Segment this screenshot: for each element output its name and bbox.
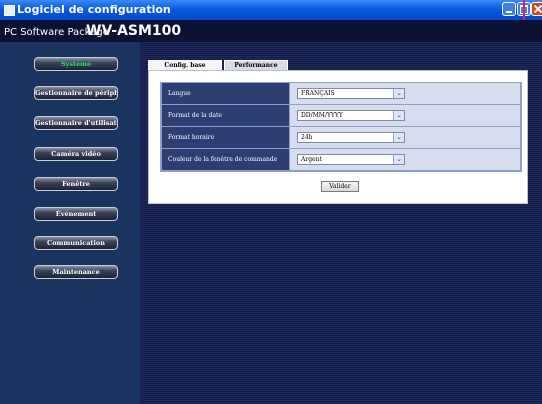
setting-row-format-horaire: Format horaire 24h ⌄ xyxy=(160,127,522,148)
minimize-button[interactable] xyxy=(502,2,516,16)
select-value: DD/MM/YYYY xyxy=(301,112,343,119)
sidebar-item-camera-video[interactable]: Caméra vidéo xyxy=(34,147,118,161)
settings-table: Langue FRANÇAIS ⌄ Format de la date DD/M… xyxy=(160,82,522,172)
sidebar-item-systeme[interactable]: Système xyxy=(34,57,118,71)
tab-performance[interactable]: Performance xyxy=(224,60,288,70)
sidebar-item-gestionnaire-peripherique[interactable]: Gestionnaire de périphérique xyxy=(34,86,118,100)
window-titlebar[interactable]: Logiciel de configuration xyxy=(0,0,542,24)
setting-label: Langue xyxy=(162,83,289,104)
select-value: Argent xyxy=(301,156,322,163)
langue-select[interactable]: FRANÇAIS ⌄ xyxy=(297,88,405,99)
window-title: Logiciel de configuration xyxy=(17,3,171,16)
setting-row-couleur-fenetre: Couleur de la fenêtre de commande Argent… xyxy=(160,149,522,170)
validate-button[interactable]: Valider xyxy=(321,181,359,192)
sidebar-item-maintenance[interactable]: Maintenance xyxy=(34,265,118,279)
product-name: WV-ASM100 xyxy=(86,23,182,39)
setting-row-format-date: Format de la date DD/MM/YYYY ⌄ xyxy=(160,105,522,126)
format-date-select[interactable]: DD/MM/YYYY ⌄ xyxy=(297,110,405,121)
chevron-down-icon[interactable]: ⌄ xyxy=(393,155,404,164)
select-value: FRANÇAIS xyxy=(301,90,335,97)
app-header: PC Software Package WV-ASM100 xyxy=(0,20,542,42)
app-icon xyxy=(4,5,15,16)
setting-label: Format de la date xyxy=(162,105,289,126)
tab-config-base[interactable]: Config. base xyxy=(148,60,222,70)
chevron-down-icon[interactable]: ⌄ xyxy=(393,89,404,98)
sidebar-item-fenetre[interactable]: Fenêtre xyxy=(34,177,118,191)
select-value: 24h xyxy=(301,134,313,141)
format-horaire-select[interactable]: 24h ⌄ xyxy=(297,132,405,143)
sidebar: Système Gestionnaire de périphérique Ges… xyxy=(0,42,140,404)
chevron-down-icon[interactable]: ⌄ xyxy=(393,111,404,120)
sidebar-item-communication[interactable]: Communication xyxy=(34,236,118,250)
sidebar-item-gestionnaire-utilisateur[interactable]: Gestionnaire d'utilisateur xyxy=(34,116,118,130)
setting-label: Format horaire xyxy=(162,127,289,148)
couleur-fenetre-select[interactable]: Argent ⌄ xyxy=(297,154,405,165)
setting-label: Couleur de la fenêtre de commande xyxy=(162,149,289,170)
setting-row-langue: Langue FRANÇAIS ⌄ xyxy=(160,83,522,104)
sidebar-item-evenement[interactable]: Événement xyxy=(34,207,118,221)
chevron-down-icon[interactable]: ⌄ xyxy=(393,133,404,142)
